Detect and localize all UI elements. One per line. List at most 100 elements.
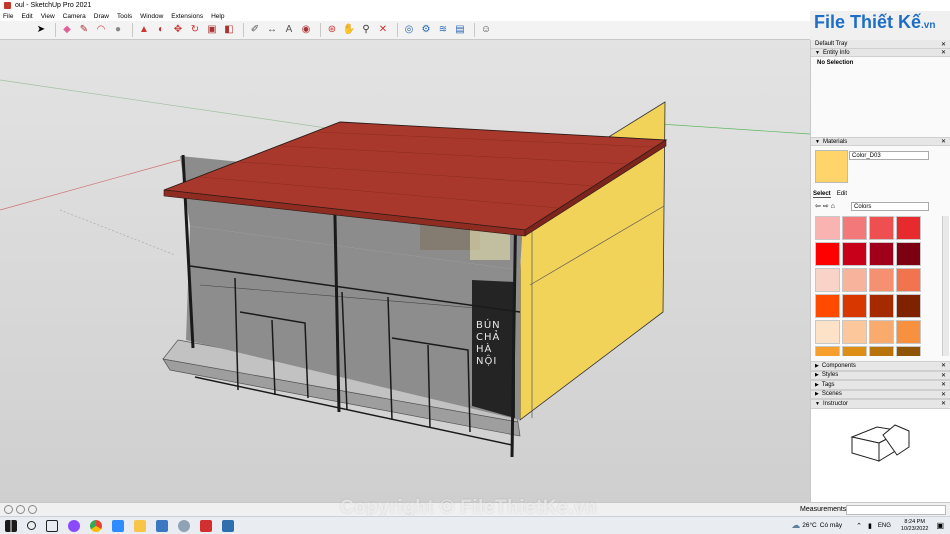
extension-icon[interactable]: ⚙: [419, 23, 433, 37]
zoom-extents-icon[interactable]: ✕: [376, 23, 390, 37]
menu-extensions[interactable]: Extensions: [171, 13, 203, 20]
menu-draw[interactable]: Draw: [94, 13, 109, 20]
paint-icon[interactable]: ◉: [299, 23, 313, 37]
pushpull-icon[interactable]: ▲: [137, 23, 151, 37]
scenes-header[interactable]: ▶ Scenes ✕: [811, 389, 950, 399]
color-swatch[interactable]: [815, 320, 840, 344]
tab-edit[interactable]: Edit: [837, 191, 847, 198]
back-arrow-icon[interactable]: ⇦: [815, 202, 821, 210]
color-swatch[interactable]: [815, 294, 840, 318]
followme-icon[interactable]: ◐: [154, 23, 168, 37]
menu-edit[interactable]: Edit: [21, 13, 32, 20]
browser-icon[interactable]: [178, 519, 190, 532]
help-icon[interactable]: [28, 505, 37, 514]
color-swatch[interactable]: [842, 294, 867, 318]
language-indicator[interactable]: ENG: [878, 523, 891, 529]
color-swatch[interactable]: [896, 216, 921, 240]
credits-icon[interactable]: [16, 505, 25, 514]
task-view-icon[interactable]: [46, 519, 58, 532]
color-swatch[interactable]: [815, 242, 840, 266]
color-swatch[interactable]: [842, 268, 867, 292]
tray-overflow-icon[interactable]: ⌃: [856, 522, 862, 530]
sign-line-2: CHẢ: [476, 332, 501, 343]
zoom-icon[interactable]: ⚲: [359, 23, 373, 37]
eraser-icon[interactable]: ◆: [60, 23, 74, 37]
select-arrow-icon[interactable]: ➤: [34, 23, 48, 37]
dimension-icon[interactable]: ↔: [265, 23, 279, 37]
rotate-icon[interactable]: ↻: [188, 23, 202, 37]
sketchup-taskbar-icon[interactable]: [222, 519, 234, 532]
user-icon[interactable]: ☺: [479, 23, 493, 37]
warehouse-icon[interactable]: ◎: [402, 23, 416, 37]
color-swatch[interactable]: [896, 346, 921, 356]
swatch-scrollbar[interactable]: [942, 216, 949, 356]
menu-view[interactable]: View: [41, 13, 55, 20]
search-icon[interactable]: [27, 521, 36, 530]
tape-icon[interactable]: ✐: [248, 23, 262, 37]
sandbox-icon[interactable]: ≋: [436, 23, 450, 37]
menu-camera[interactable]: Camera: [63, 13, 86, 20]
autocad-icon[interactable]: [200, 519, 212, 532]
tags-header[interactable]: ▶ Tags ✕: [811, 380, 950, 390]
offset-icon[interactable]: ◧: [222, 23, 236, 37]
color-swatch[interactable]: [842, 242, 867, 266]
shape-icon[interactable]: ●: [111, 23, 125, 37]
instructor-house-icon: [850, 423, 910, 462]
chrome-icon[interactable]: [90, 519, 102, 532]
messenger-icon[interactable]: [68, 519, 80, 532]
material-name-field[interactable]: Color_D03: [849, 151, 929, 160]
text-icon[interactable]: A: [282, 23, 296, 37]
weather-icon[interactable]: ☁: [791, 520, 800, 531]
menu-window[interactable]: Window: [140, 13, 163, 20]
panel-close-icon[interactable]: ✕: [941, 49, 946, 56]
materials-header[interactable]: ▼ Materials ✕: [811, 137, 950, 146]
instructor-header[interactable]: ▼ Instructor ✕: [811, 399, 950, 409]
model-viewport[interactable]: BÚN CHẢ HÀ NỘI: [0, 40, 810, 502]
geo-location-icon[interactable]: [4, 505, 13, 514]
home-icon[interactable]: ⌂: [831, 203, 835, 210]
tray-close-icon[interactable]: ✕: [941, 41, 946, 48]
color-swatch[interactable]: [869, 346, 894, 356]
menu-tools[interactable]: Tools: [117, 13, 132, 20]
layout-icon[interactable]: ▤: [453, 23, 467, 37]
file-explorer-icon[interactable]: [134, 519, 146, 532]
color-swatch[interactable]: [815, 268, 840, 292]
photos-icon[interactable]: [156, 519, 168, 532]
color-swatch[interactable]: [869, 268, 894, 292]
tab-select[interactable]: Select: [813, 191, 831, 198]
panel-close-icon[interactable]: ✕: [941, 138, 946, 145]
color-swatch[interactable]: [896, 242, 921, 266]
pan-icon[interactable]: ✋: [342, 23, 356, 37]
pencil-icon[interactable]: ✎: [77, 23, 91, 37]
library-select[interactable]: Colors: [851, 202, 929, 211]
color-swatch[interactable]: [896, 268, 921, 292]
forward-arrow-icon[interactable]: ⇨: [823, 202, 829, 210]
arc-icon[interactable]: ◠: [94, 23, 108, 37]
color-swatch[interactable]: [815, 346, 840, 356]
components-header[interactable]: ▶ Components ✕: [811, 361, 950, 371]
orbit-icon[interactable]: ⊛: [325, 23, 339, 37]
move-icon[interactable]: ✥: [171, 23, 185, 37]
color-swatch[interactable]: [896, 320, 921, 344]
menu-help[interactable]: Help: [211, 13, 224, 20]
scale-icon[interactable]: ▣: [205, 23, 219, 37]
color-swatch[interactable]: [842, 320, 867, 344]
network-icon[interactable]: ▮: [868, 522, 872, 530]
menu-file[interactable]: File: [3, 13, 13, 20]
measurements-input[interactable]: [846, 505, 946, 515]
notification-icon[interactable]: ▣: [936, 521, 944, 530]
entity-info-header[interactable]: ▼ Entity Info ✕: [811, 48, 950, 57]
color-swatch[interactable]: [869, 216, 894, 240]
color-swatch[interactable]: [842, 346, 867, 356]
color-swatch[interactable]: [869, 320, 894, 344]
color-swatch[interactable]: [815, 216, 840, 240]
clock[interactable]: 8:24 PM 10/23/2022: [901, 519, 929, 533]
color-swatch[interactable]: [869, 294, 894, 318]
color-swatch[interactable]: [896, 294, 921, 318]
color-swatch[interactable]: [869, 242, 894, 266]
color-swatch[interactable]: [842, 216, 867, 240]
zoom-app-icon[interactable]: [112, 519, 124, 532]
windows-start-icon[interactable]: [5, 519, 17, 532]
styles-header[interactable]: ▶ Styles ✕: [811, 370, 950, 380]
current-material-swatch[interactable]: [815, 150, 848, 183]
